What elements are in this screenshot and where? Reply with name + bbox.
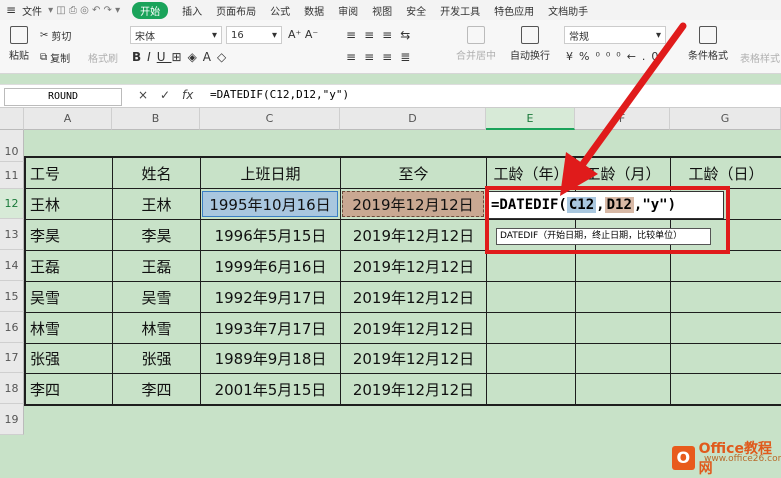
arrow-shaft <box>576 22 687 172</box>
office-logo-icon: O <box>672 446 695 470</box>
watermark-logo: O Office教程网 www.office26.com <box>672 438 781 478</box>
arrow-head <box>560 152 598 196</box>
annotation-arrow <box>560 22 687 196</box>
logo-url: www.office26.com <box>704 454 781 464</box>
